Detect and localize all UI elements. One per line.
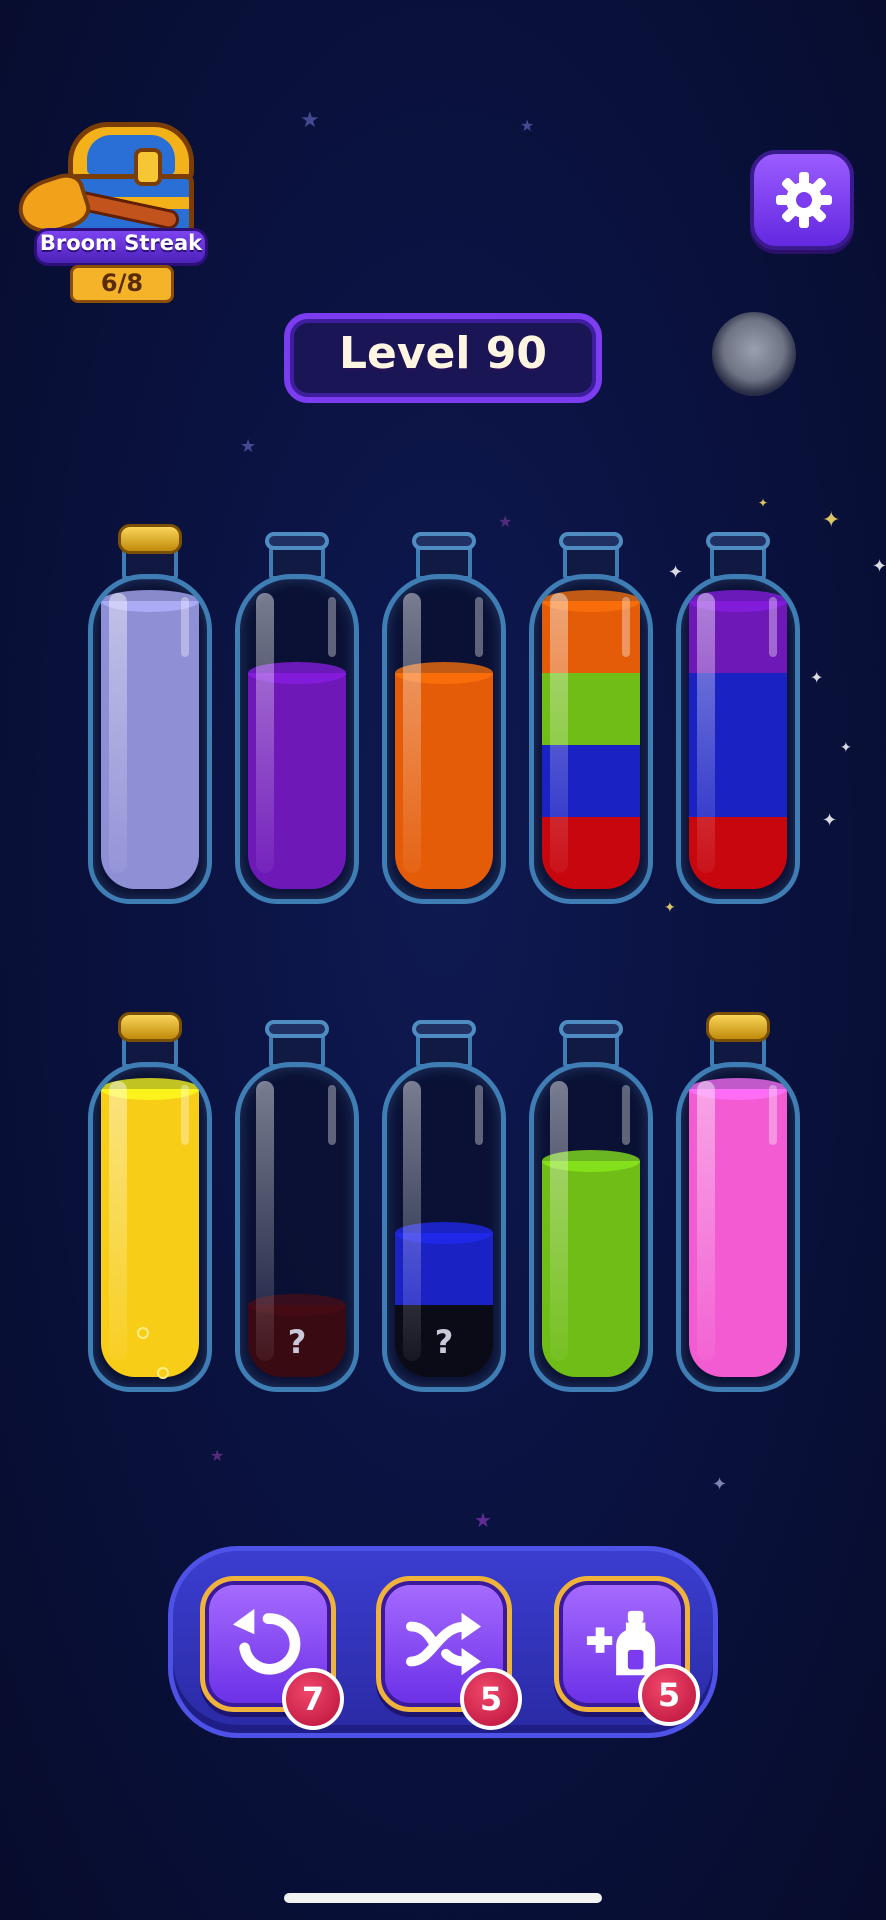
sparkle: ✦: [810, 668, 824, 687]
bottle[interactable]: [88, 1012, 212, 1400]
add-bottle-count-badge: 5: [638, 1664, 700, 1726]
bottle-neck: [559, 532, 623, 580]
settings-button[interactable]: [750, 150, 854, 250]
bottle[interactable]: [382, 532, 506, 912]
bottle-neck: [412, 1020, 476, 1068]
broom-streak-label: Broom Streak: [39, 231, 203, 255]
glass-highlight: [697, 1081, 715, 1361]
glass-highlight: [475, 597, 483, 657]
glass-highlight: [181, 597, 189, 657]
glass-highlight: [403, 1081, 421, 1361]
level-title: Level 90: [338, 328, 548, 379]
bottle-neck: [265, 1020, 329, 1068]
star-decoration: ★: [520, 116, 535, 135]
glass-highlight: [550, 593, 568, 873]
undo-count-badge: 7: [282, 1668, 344, 1730]
sparkle: ✦: [872, 556, 886, 577]
glass-highlight: [622, 597, 630, 657]
sparkle: ✦: [840, 740, 852, 756]
home-indicator[interactable]: [284, 1893, 602, 1903]
broom-streak-widget[interactable]: Broom Streak 6/8: [10, 118, 210, 303]
star-decoration: ★: [474, 1508, 492, 1532]
bottle-neck: [265, 532, 329, 580]
bubble: [157, 1367, 169, 1379]
bottle[interactable]: [235, 532, 359, 912]
gear-icon: [776, 172, 832, 228]
progress-orb: [712, 312, 796, 396]
bottle-glass: ?: [235, 1062, 359, 1392]
bottle-neck: [412, 532, 476, 580]
cork-icon: [118, 524, 182, 554]
glass-highlight: [109, 593, 127, 873]
bottle-rim: [559, 1020, 623, 1038]
star-decoration: ★: [240, 436, 257, 457]
glass-highlight: [697, 593, 715, 873]
glass-highlight: [181, 1085, 189, 1145]
bottle-glass: [88, 1062, 212, 1392]
glass-highlight: [109, 1081, 127, 1361]
undo-icon: [232, 1608, 301, 1675]
sparkle: ✦: [822, 508, 841, 533]
bottle-glass: [529, 1062, 653, 1392]
bottle[interactable]: ?: [235, 1020, 359, 1400]
bubble: [137, 1327, 149, 1339]
bottle-glass: [529, 574, 653, 904]
broom-streak-count: 6/8: [100, 269, 144, 297]
bottle-glass: [235, 574, 359, 904]
bottle-rim: [559, 532, 623, 550]
bottle-rim: [412, 532, 476, 550]
bottle[interactable]: [676, 532, 800, 912]
star-decoration: ✦: [712, 1474, 728, 1495]
sparkle: ✦: [664, 900, 676, 916]
bottle-glass: [88, 574, 212, 904]
glass-highlight: [622, 1085, 630, 1145]
star-decoration: ★: [210, 1446, 225, 1465]
glass-highlight: [769, 597, 777, 657]
bottle[interactable]: [529, 532, 653, 912]
bottle-rim: [412, 1020, 476, 1038]
bottle-neck: [559, 1020, 623, 1068]
glass-highlight: [475, 1085, 483, 1145]
cork-icon: [706, 1012, 770, 1042]
glass-highlight: [256, 1081, 274, 1361]
sparkle: ✦: [758, 496, 769, 510]
bottle[interactable]: ?: [382, 1020, 506, 1400]
glass-highlight: [328, 597, 336, 657]
shuffle-icon: [405, 1612, 482, 1676]
bottle-glass: [676, 1062, 800, 1392]
bottle-neck: [706, 532, 770, 580]
sparkle: ✦: [822, 810, 838, 831]
star-decoration: ★: [498, 512, 513, 531]
cork-icon: [118, 1012, 182, 1042]
glass-highlight: [328, 1085, 336, 1145]
lock-icon: [134, 148, 162, 186]
bottle[interactable]: [529, 1020, 653, 1400]
glass-highlight: [769, 1085, 777, 1145]
glass-highlight: [256, 593, 274, 873]
star-decoration: ★: [300, 108, 320, 133]
bottle-glass: ?: [382, 1062, 506, 1392]
bottle-rim: [265, 532, 329, 550]
shuffle-count-badge: 5: [460, 1668, 522, 1730]
treasure-chest-icon: [68, 122, 194, 182]
bottle-glass: [676, 574, 800, 904]
glass-highlight: [550, 1081, 568, 1361]
bottle[interactable]: [88, 524, 212, 912]
bottle-rim: [265, 1020, 329, 1038]
bottle-rim: [706, 532, 770, 550]
bottle[interactable]: [676, 1012, 800, 1400]
glass-highlight: [403, 593, 421, 873]
bottle-glass: [382, 574, 506, 904]
